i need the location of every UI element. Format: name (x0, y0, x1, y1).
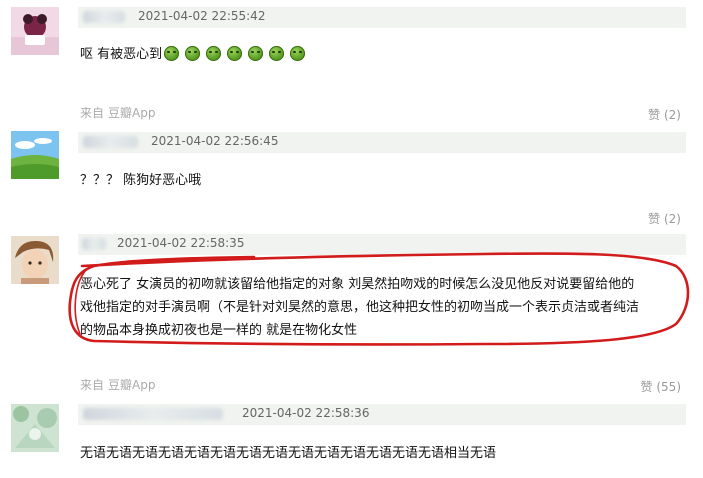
source-prefix: 来自 (80, 378, 105, 392)
comment-timestamp: 2021-04-02 22:56:45 (151, 134, 279, 148)
username-redacted[interactable] (83, 408, 223, 420)
comment-item: 2021-04-02 22:58:36 无语无语无语无语无语无语无语无语无语无语… (0, 400, 703, 478)
nauseated-emoji-icon (206, 46, 222, 61)
comment-text: 无语无语无语无语无语无语无语无语无语无语无语无语无语无语相当无语 (80, 446, 497, 461)
comment-item: 2021-04-02 22:58:35 恶心死了 女演员的初吻就该留给他指定的对… (0, 230, 703, 400)
source-prefix: 来自 (80, 106, 105, 120)
emoji-row (164, 43, 311, 66)
username-redacted[interactable] (82, 238, 106, 250)
comment-timestamp: 2021-04-02 22:58:36 (242, 406, 370, 420)
comment-header: 2021-04-02 22:55:42 (78, 7, 686, 28)
source-app-link[interactable]: 豆瓣App (108, 106, 155, 120)
nauseated-emoji-icon (227, 46, 243, 61)
comment-text-label: 呕 有被恶心到 (80, 47, 163, 62)
comment-item: 2021-04-02 22:55:42 呕 有被恶心到 来自 豆瓣App 赞 (2… (0, 0, 703, 130)
comment-text-line: 的物品本身换成初夜也是一样的 就是在物化女性 (80, 323, 358, 338)
avatar[interactable] (11, 404, 59, 452)
avatar[interactable] (11, 7, 59, 55)
source-app-link[interactable]: 豆瓣App (108, 378, 155, 392)
comment-text: 呕 有被恶心到 (80, 43, 311, 66)
avatar[interactable] (11, 236, 59, 284)
comment-timestamp: 2021-04-02 22:58:35 (117, 236, 245, 250)
nauseated-emoji-icon (248, 46, 264, 61)
comment-source: 来自 豆瓣App (80, 104, 155, 121)
nauseated-emoji-icon (185, 46, 201, 61)
nauseated-emoji-icon (290, 46, 306, 61)
comment-source: 来自 豆瓣App (80, 376, 155, 393)
comment-header: 2021-04-02 22:58:35 (78, 234, 686, 255)
username-redacted[interactable] (83, 136, 138, 148)
comment-text: ？？？ 陈狗好恶心哦 (80, 173, 202, 188)
comment-timestamp: 2021-04-02 22:55:42 (138, 9, 266, 23)
like-button[interactable]: 赞 (2) (648, 210, 681, 227)
comment-item: 2021-04-02 22:56:45 ？？？ 陈狗好恶心哦 赞 (2) (0, 130, 703, 230)
like-button[interactable]: 赞 (2) (648, 106, 681, 123)
comment-text: 恶心死了 女演员的初吻就该留给他指定的对象 刘昊然拍吻戏的时候怎么没见他反对说要… (80, 273, 639, 342)
comment-text-line: 戏他指定的对手演员啊（不是针对刘昊然的意思，他这种把女性的初吻当成一个表示贞洁或… (80, 300, 640, 315)
like-button[interactable]: 赞 (55) (641, 378, 681, 395)
nauseated-emoji-icon (164, 46, 180, 61)
comment-text-line: 恶心死了 女演员的初吻就该留给他指定的对象 刘昊然拍吻戏的时候怎么没见他反对说要… (80, 277, 635, 292)
username-redacted[interactable] (83, 11, 125, 23)
avatar[interactable] (11, 131, 59, 179)
comment-header: 2021-04-02 22:58:36 (78, 404, 686, 425)
comment-header: 2021-04-02 22:56:45 (78, 132, 686, 153)
nauseated-emoji-icon (269, 46, 285, 61)
